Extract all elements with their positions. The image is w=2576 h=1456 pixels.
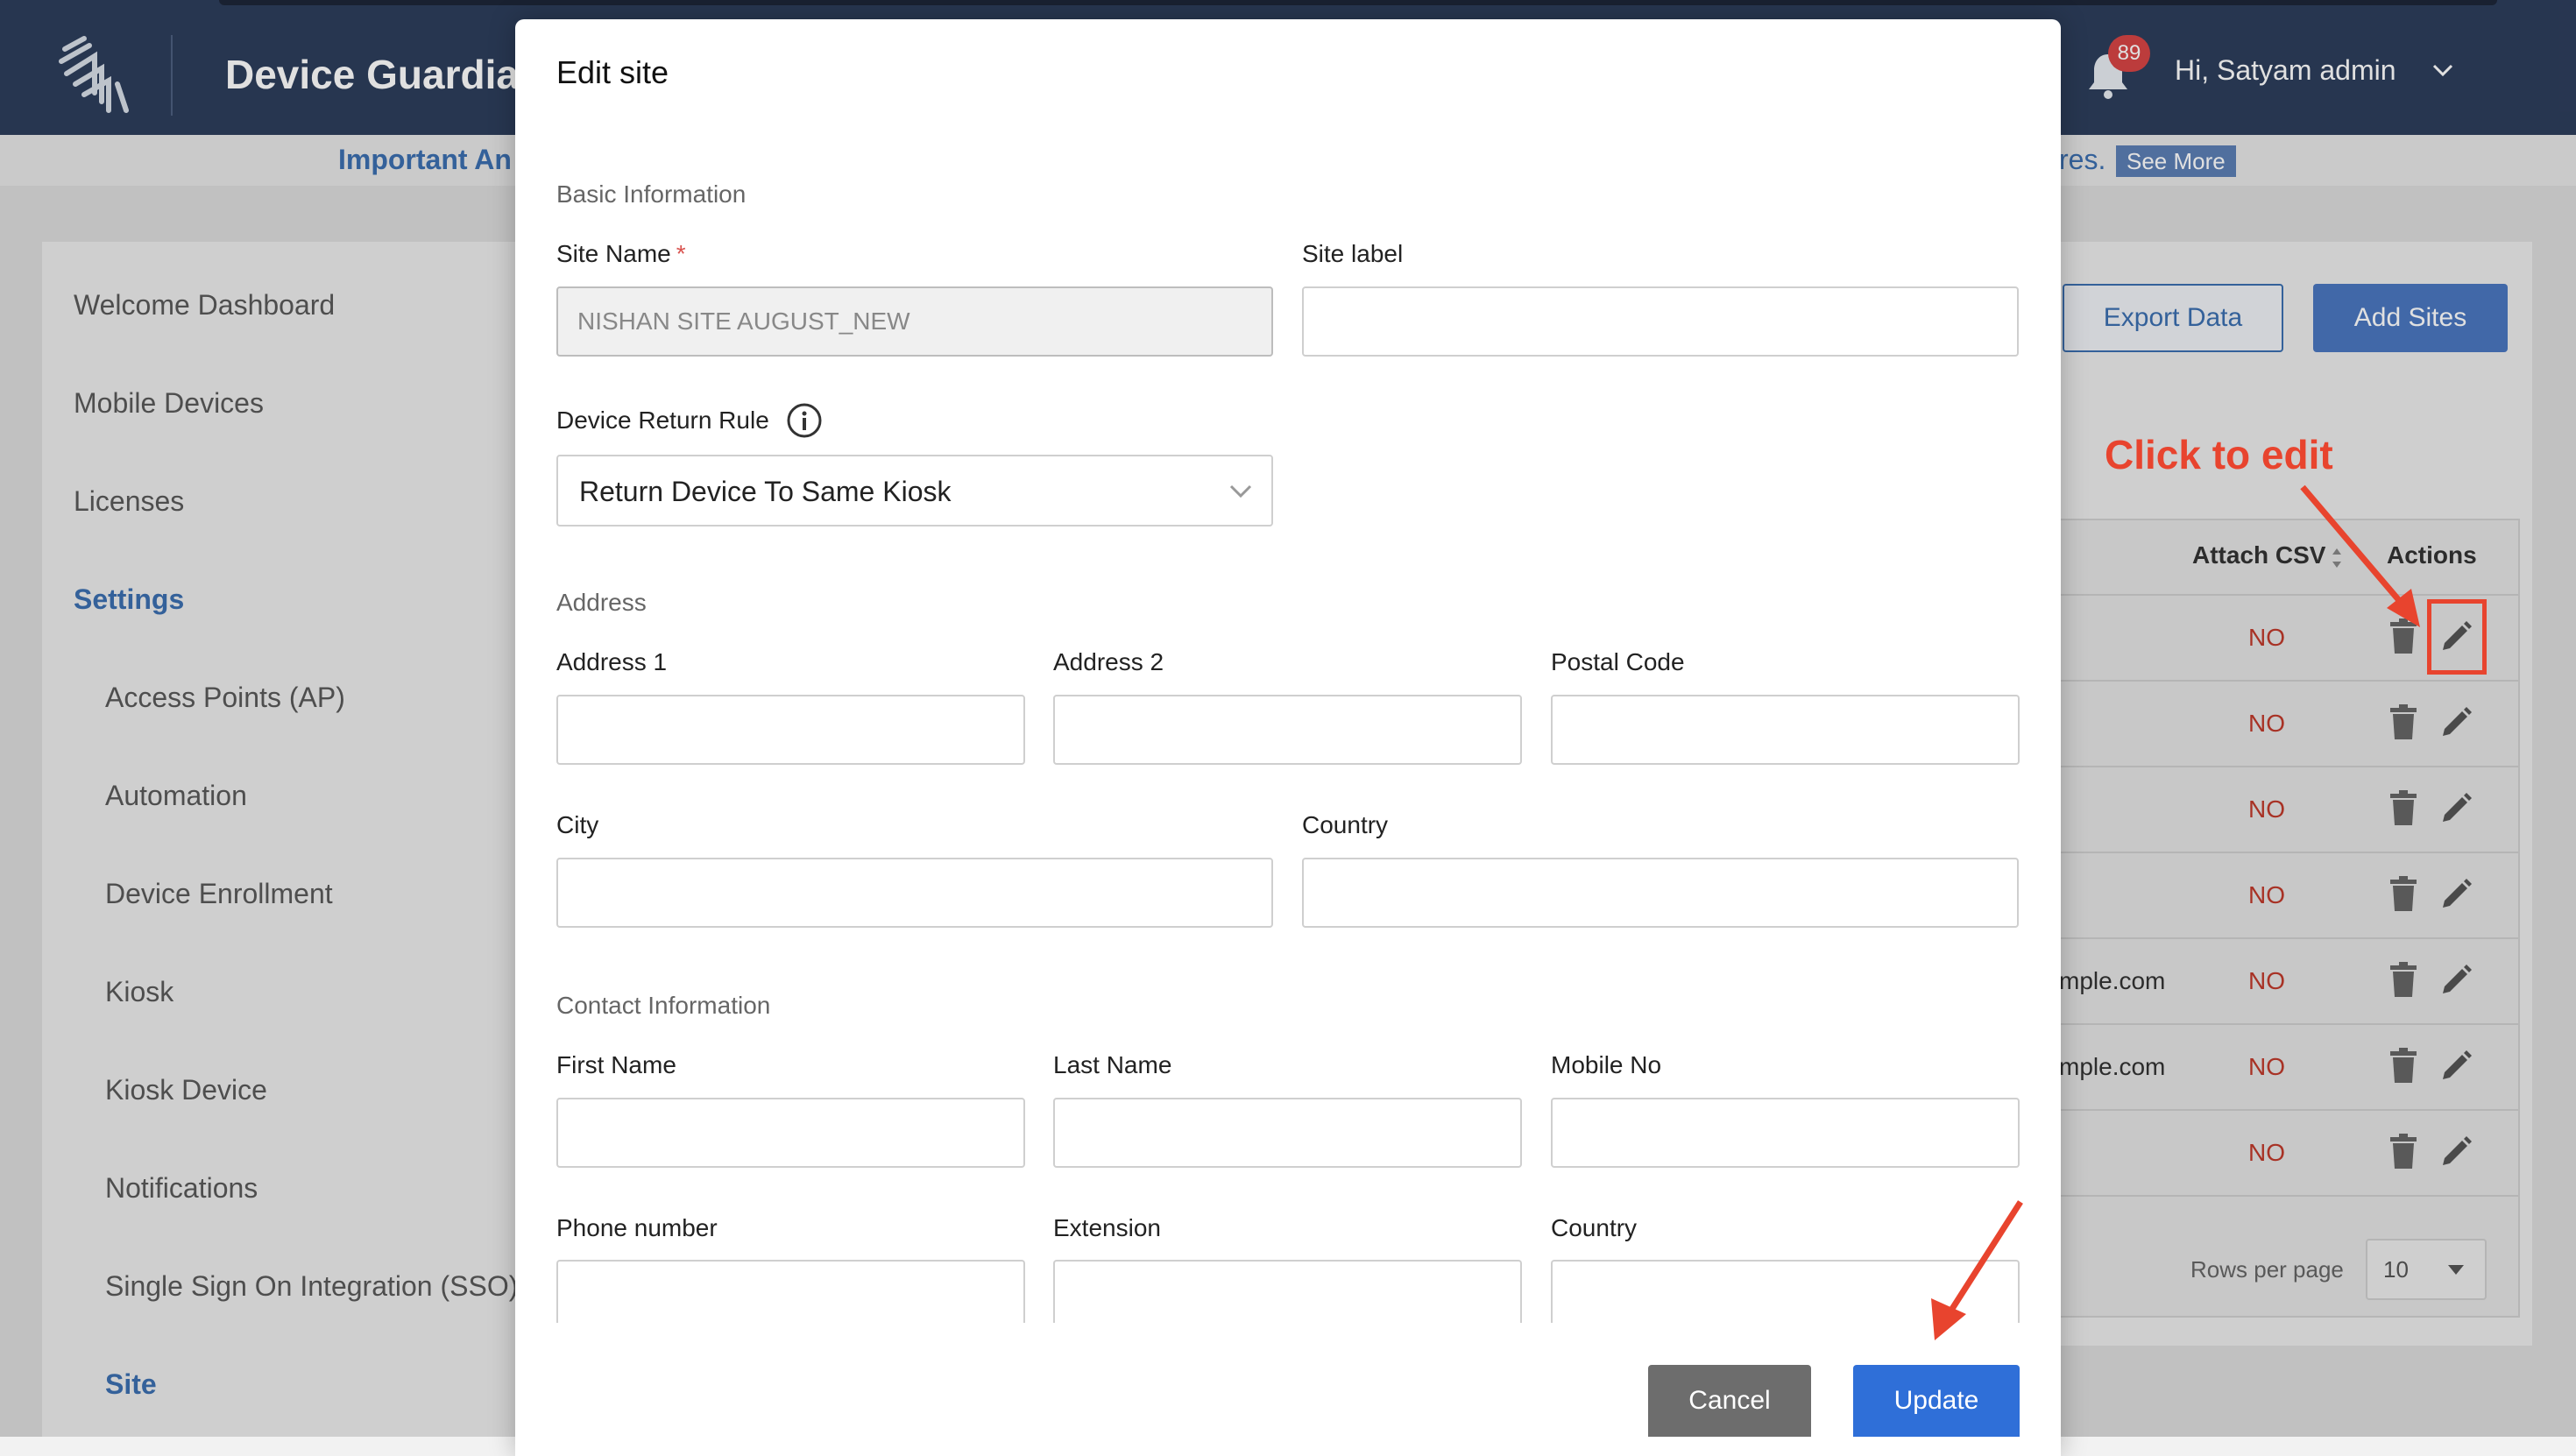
section-basic-information: Basic Information [556, 180, 747, 208]
chevron-down-icon [1229, 484, 1252, 498]
contact-country-label: Country [1551, 1214, 1638, 1241]
address2-label: Address 2 [1053, 648, 1164, 675]
country-input[interactable] [1302, 858, 2019, 928]
address1-input[interactable] [556, 695, 1025, 765]
edit-highlight-box [2427, 599, 2487, 675]
extension-label: Extension [1053, 1214, 1161, 1241]
device-return-rule-value: Return Device To Same Kiosk [579, 476, 952, 507]
phone-number-input[interactable] [556, 1260, 1025, 1326]
site-name-label: Site Name * [556, 240, 686, 268]
device-return-rule-label: Device Return Rule [556, 406, 769, 434]
first-name-input[interactable] [556, 1098, 1025, 1168]
postal-code-input[interactable] [1551, 695, 2020, 765]
site-label-label: Site label [1302, 240, 1404, 267]
modal-footer-divider [515, 1323, 2061, 1344]
site-label-input[interactable] [1302, 286, 2019, 357]
mobile-no-label: Mobile No [1551, 1051, 1662, 1078]
country-label: Country [1302, 811, 1389, 838]
contact-country-input[interactable] [1551, 1260, 2020, 1326]
cancel-button[interactable]: Cancel [1648, 1365, 1811, 1437]
last-name-label: Last Name [1053, 1051, 1172, 1078]
section-address: Address [556, 589, 647, 616]
address2-input[interactable] [1053, 695, 1522, 765]
city-label: City [556, 811, 599, 838]
modal-title: Edit site [556, 54, 669, 90]
info-icon[interactable] [785, 401, 824, 440]
mobile-no-input[interactable] [1551, 1098, 2020, 1168]
first-name-label: First Name [556, 1051, 676, 1078]
required-asterisk: * [676, 240, 686, 267]
postal-code-label: Postal Code [1551, 648, 1685, 675]
address1-label: Address 1 [556, 648, 668, 675]
last-name-input[interactable] [1053, 1098, 1522, 1168]
phone-number-label: Phone number [556, 1214, 718, 1241]
click-to-edit-annotation: Click to edit [2105, 432, 2333, 477]
site-name-input[interactable] [556, 286, 1273, 357]
device-return-rule-select[interactable]: Return Device To Same Kiosk [556, 455, 1273, 527]
city-input[interactable] [556, 858, 1273, 928]
site-name-label-text: Site Name [556, 240, 671, 267]
update-button[interactable]: Update [1853, 1365, 2020, 1437]
extension-input[interactable] [1053, 1260, 1522, 1326]
section-contact-information: Contact Information [556, 992, 771, 1019]
